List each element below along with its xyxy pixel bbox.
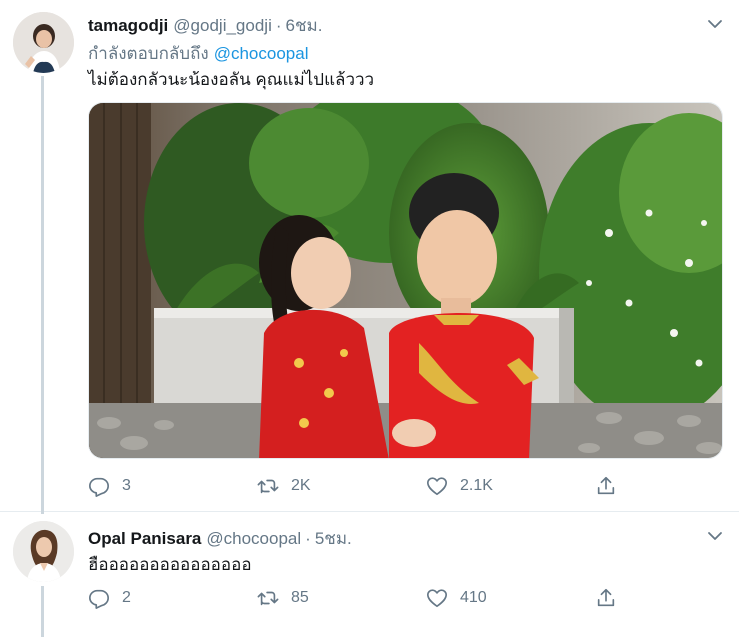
reply-button[interactable]: 2 [88, 585, 131, 611]
chevron-down-icon[interactable] [705, 14, 725, 34]
separator-dot: · [305, 529, 311, 548]
avatar-photo [13, 521, 74, 582]
avatar-photo [13, 12, 74, 73]
share-icon [597, 476, 615, 495]
tweet-text: ฮือออออออออออออออ [88, 555, 252, 574]
like-button[interactable]: 2.1K [426, 473, 493, 499]
avatar[interactable] [13, 521, 74, 582]
replying-to: กำลังตอบกลับถึง @chocoopal [88, 40, 308, 67]
retweet-count: 85 [291, 589, 309, 606]
replying-prefix: กำลังตอบกลับถึง [88, 44, 209, 63]
reply-count: 2 [122, 589, 131, 606]
reply-count: 3 [122, 477, 131, 494]
chevron-down-icon[interactable] [705, 526, 725, 546]
retweet-button[interactable]: 85 [257, 585, 309, 611]
retweet-button[interactable]: 2K [257, 473, 311, 499]
timestamp[interactable]: 5ชม. [315, 525, 352, 552]
thread-line [41, 586, 44, 637]
reply-icon [89, 477, 109, 497]
handle[interactable]: @godji_godji [173, 16, 272, 36]
avatar[interactable] [13, 12, 74, 73]
reply-button[interactable]: 3 [88, 473, 131, 499]
separator-dot: · [275, 16, 282, 35]
share-button[interactable] [595, 473, 617, 499]
like-count: 2.1K [460, 477, 493, 494]
tweet-header: Opal Panisara @chocoopal · 5ชม. [88, 525, 352, 549]
share-icon [597, 588, 615, 607]
like-button[interactable]: 410 [426, 585, 487, 611]
like-icon [427, 589, 447, 608]
thread-line [41, 76, 44, 514]
tweet-header: tamagodji @godji_godji · 6ชม. [88, 12, 322, 36]
tweet-actions: 3 2K 2.1K [88, 473, 628, 499]
retweet-count: 2K [291, 477, 311, 494]
tweet-photo[interactable] [88, 102, 723, 459]
display-name[interactable]: Opal Panisara [88, 529, 201, 549]
like-icon [427, 477, 447, 496]
tweet-actions: 2 85 410 [88, 585, 628, 611]
display-name[interactable]: tamagodji [88, 16, 168, 36]
like-count: 410 [460, 589, 487, 606]
reply-icon [89, 589, 109, 609]
handle[interactable]: @chocoopal [206, 529, 301, 549]
retweet-icon [257, 591, 279, 606]
timestamp[interactable]: 6ชม. [286, 12, 323, 39]
photo-children-in-red [89, 103, 722, 458]
mention-link[interactable]: @chocoopal [214, 44, 309, 63]
tweet[interactable]: tamagodji @godji_godji · 6ชม. กำลังตอบกล… [0, 0, 739, 514]
retweet-icon [257, 479, 279, 494]
share-button[interactable] [595, 585, 617, 611]
tweet-text: ไม่ต้องกลัวนะน้องอลัน คุณแม่ไปแล้ววว [88, 70, 375, 89]
